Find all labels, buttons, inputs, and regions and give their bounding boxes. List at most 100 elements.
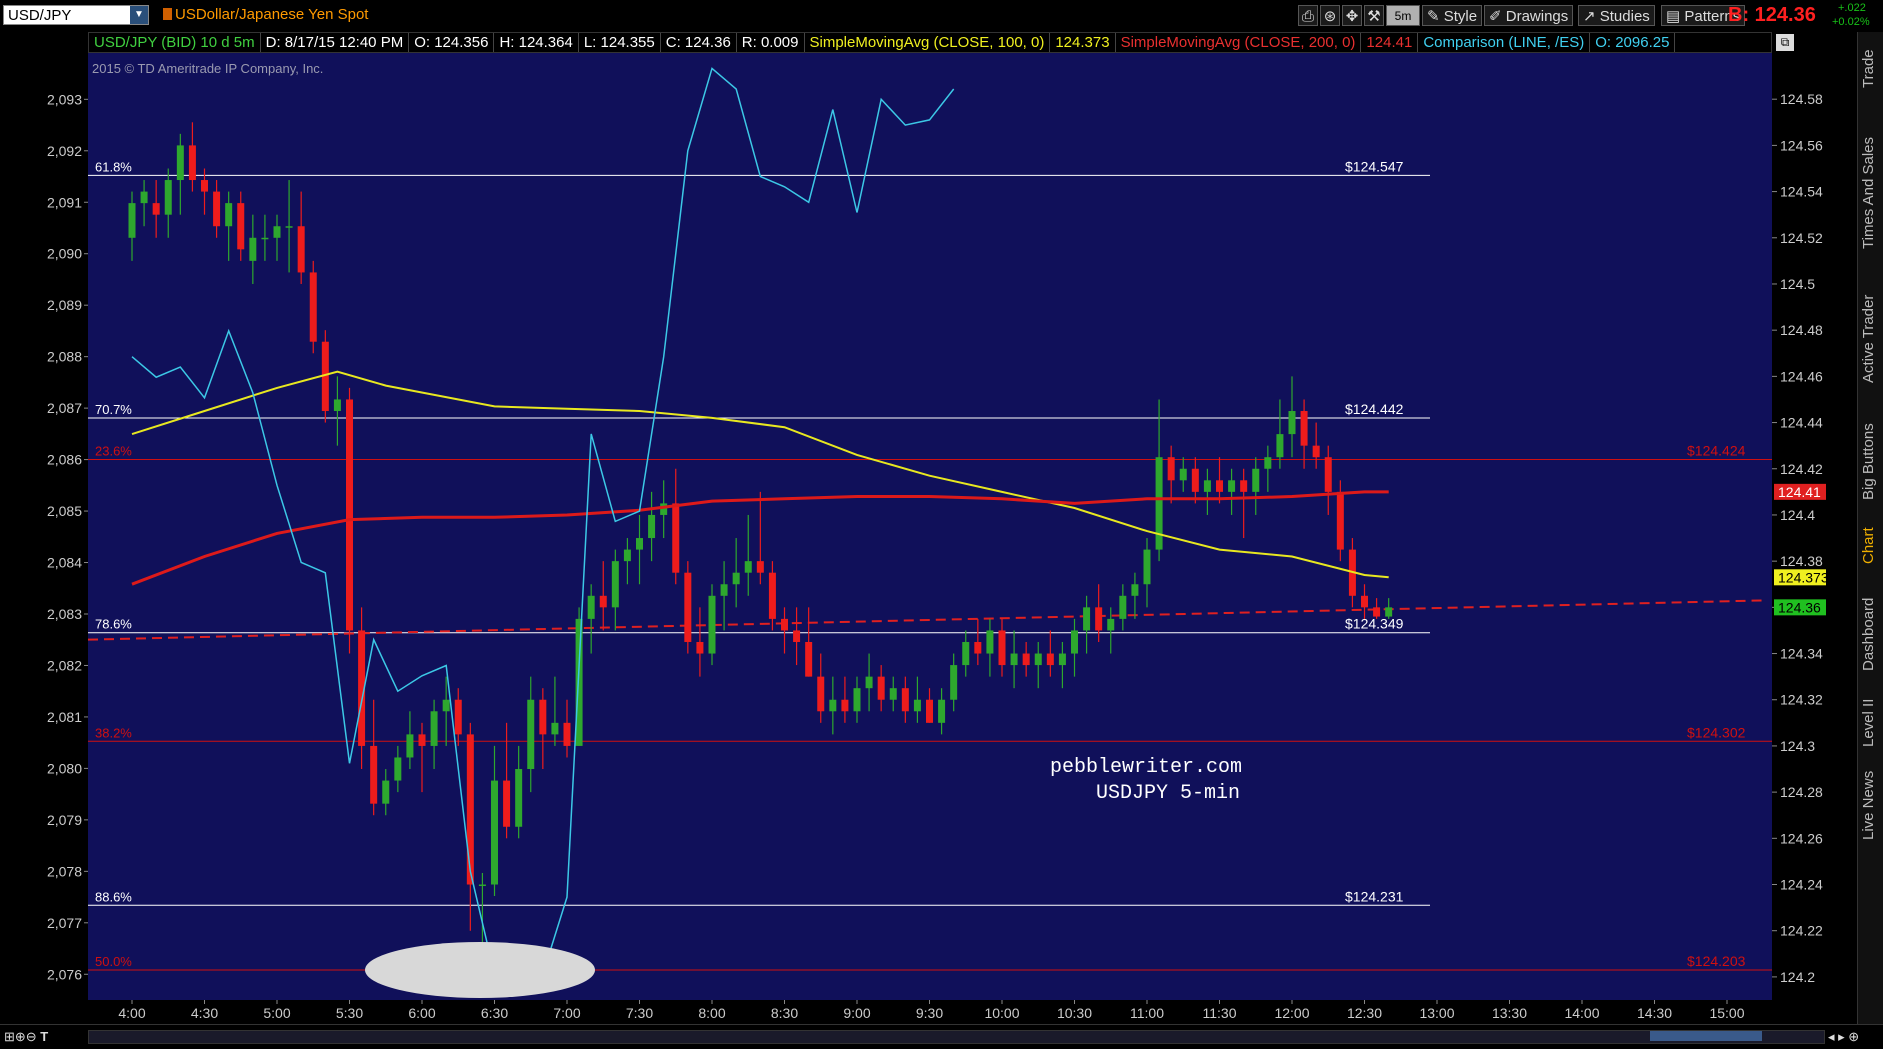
x-tick-label: 7:00 (553, 1005, 580, 1021)
tab-level-ii[interactable]: Level II (1860, 692, 1882, 754)
fib-pct-label: 38.2% (95, 725, 132, 740)
header-symbol: USD/JPY (BID) 10 d 5m (89, 33, 261, 52)
tab-live-news[interactable]: Live News (1860, 760, 1882, 850)
x-tick-label: 13:30 (1492, 1005, 1527, 1021)
fib-pct-label: 70.7% (95, 402, 132, 417)
candle-body (442, 699, 450, 712)
candle-body (865, 676, 873, 689)
fib-price-label: $124.424 (1687, 443, 1746, 459)
left-tick-label: 2,082 (47, 657, 82, 673)
candle-body (1058, 653, 1066, 666)
candle-body (660, 503, 668, 515)
candle-body (1361, 595, 1368, 608)
left-tick-label: 2,090 (47, 246, 82, 262)
candle-body (1373, 607, 1381, 617)
candle-body (877, 676, 885, 700)
fib-pct-label: 50.0% (95, 954, 132, 969)
candle-body (466, 734, 474, 885)
candle-body (1143, 549, 1151, 585)
x-tick-label: 12:00 (1274, 1005, 1309, 1021)
left-tick-label: 2,086 (47, 452, 82, 468)
candle-body (853, 688, 861, 712)
candle-body (406, 734, 414, 758)
candle-body (539, 699, 547, 735)
candle-body (1336, 491, 1344, 550)
fib-price-label: $124.231 (1345, 888, 1404, 904)
scroll-arrows[interactable]: ◂ ▸ ⊕ (1828, 1029, 1859, 1045)
scrollbar-thumb[interactable] (1650, 1031, 1762, 1041)
candle-body (1216, 480, 1223, 492)
header-sma100-value: 124.373 (1050, 33, 1116, 52)
right-sidebar: Trade Times And Sales Active Trader Big … (1857, 32, 1883, 1024)
candle-body (841, 699, 849, 712)
candle-body (164, 180, 172, 215)
chart-menu-icon[interactable]: ⧉ (1776, 34, 1794, 51)
candle-body (1095, 607, 1103, 631)
left-tick-label: 2,084 (47, 555, 82, 571)
right-tick-label: 124.34 (1780, 646, 1823, 662)
candle-body (1034, 653, 1042, 666)
left-tick-label: 2,085 (47, 503, 82, 519)
left-tick-label: 2,093 (47, 91, 82, 107)
candle-body (599, 595, 607, 608)
header-datetime: D: 8/17/15 12:40 PM (261, 33, 410, 52)
candle-body (491, 780, 498, 885)
right-tick-label: 124.38 (1780, 553, 1823, 569)
x-tick-label: 13:00 (1419, 1005, 1454, 1021)
candlesticks (128, 122, 1393, 943)
candle-body (309, 272, 317, 342)
candle-body (986, 630, 994, 654)
candle-body (1288, 411, 1296, 435)
header-open: O: 124.356 (409, 33, 495, 52)
candle-body (962, 641, 970, 666)
fib-price-label: $124.547 (1345, 158, 1404, 174)
candle-body (563, 722, 571, 746)
comparison-es-line (131, 67, 955, 976)
tab-big-buttons[interactable]: Big Buttons (1860, 412, 1882, 512)
candle-body (237, 203, 245, 250)
candle-body (1276, 434, 1284, 458)
candle-body (370, 745, 378, 804)
tab-active-trader[interactable]: Active Trader (1860, 274, 1882, 404)
candle-body (768, 572, 776, 619)
price-chart[interactable]: 2,093 2,092 2,091 2,090 2,089 2,088 2,087 2,086… (0, 0, 1883, 1048)
header-comparison-label: Comparison (LINE, /ES) (1418, 33, 1591, 52)
fib-pct-label: 23.6% (95, 444, 132, 459)
candle-body (285, 226, 293, 228)
candle-body (176, 145, 184, 181)
right-tick-label: 124.42 (1780, 461, 1823, 477)
candle-body (950, 665, 958, 700)
fib-price-label: $124.442 (1345, 401, 1404, 417)
header-close: C: 124.36 (661, 33, 737, 52)
candle-body (696, 641, 704, 654)
candle-body (261, 237, 269, 240)
x-tick-label: 4:00 (118, 1005, 145, 1021)
time-scrollbar[interactable] (88, 1030, 1825, 1044)
candle-body (346, 399, 353, 631)
candle-body (1022, 653, 1030, 666)
candle-body (551, 722, 559, 735)
right-tick-label: 124.22 (1780, 923, 1823, 939)
x-tick-label: 6:30 (481, 1005, 508, 1021)
left-axis: 2,093 2,092 2,091 2,090 2,089 2,088 2,087 2,086… (0, 53, 88, 1000)
candle-body (394, 757, 402, 781)
tab-trade[interactable]: Trade (1860, 44, 1882, 94)
candle-body (1046, 653, 1054, 666)
zoom-controls[interactable]: ⊞⊕⊖ T (4, 1029, 48, 1045)
candle-body (636, 538, 643, 550)
x-tick-label: 12:30 (1347, 1005, 1382, 1021)
right-tick-label: 124.4 (1780, 507, 1815, 523)
tab-dashboard[interactable]: Dashboard (1860, 588, 1882, 680)
time-axis: 4:00 4:30 5:00 5:30 6:00 6:30 7:00 7:30 8:00 8:30… (88, 1000, 1772, 1024)
candle-body (708, 595, 716, 654)
candle-body (1179, 468, 1187, 481)
tab-times-and-sales[interactable]: Times And Sales (1860, 118, 1882, 268)
x-tick-label: 10:30 (1057, 1005, 1092, 1021)
tab-chart[interactable]: Chart (1860, 520, 1882, 572)
fib-price-label: $124.302 (1687, 724, 1746, 740)
candle-body (152, 203, 160, 215)
candle-body (225, 203, 233, 227)
right-tick-label: 124.52 (1780, 230, 1823, 246)
candle-body (503, 780, 511, 827)
right-tick-label: 124.56 (1780, 137, 1823, 153)
